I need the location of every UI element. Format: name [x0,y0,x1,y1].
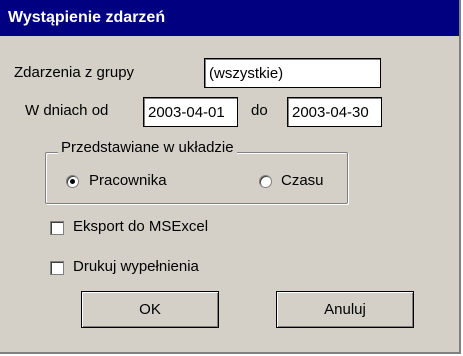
radio-selected-dot [70,179,75,184]
print-fill-label[interactable]: Drukuj wypełnienia [73,258,199,275]
event-occurrence-dialog: Wystąpienie zdarzeń Zdarzenia z grupy W … [0,0,461,354]
date-from-field[interactable] [143,97,238,127]
ok-button[interactable]: OK [81,291,219,328]
cancel-button[interactable]: Anuluj [276,291,414,328]
radio-employee-label[interactable]: Pracownika [89,172,167,189]
export-excel-checkbox[interactable] [50,221,64,235]
date-to-field[interactable] [287,97,382,127]
print-fill-checkbox[interactable] [50,261,64,275]
dialog-title: Wystąpienie zdarzeń [0,0,459,36]
presentation-legend: Przedstawiane w układzie [58,139,237,156]
radio-employee[interactable] [66,175,79,188]
group-label: Zdarzenia z grupy [14,64,135,81]
radio-time-label[interactable]: Czasu [281,172,324,189]
export-excel-label[interactable]: Eksport do MSExcel [73,218,208,235]
date-from-label: W dniach od [25,102,109,119]
radio-time[interactable] [259,175,272,188]
group-field[interactable] [204,58,381,88]
date-to-label: do [251,102,268,119]
